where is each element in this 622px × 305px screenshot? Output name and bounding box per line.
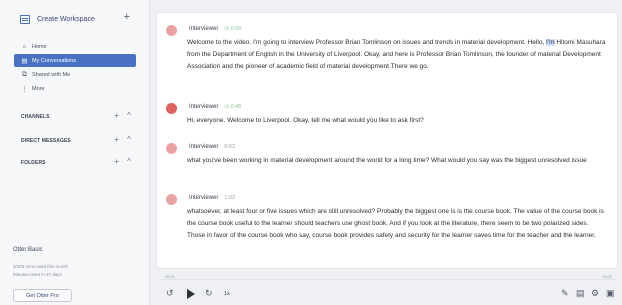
speaker-header: Interviewer ◷ 0:00 (189, 26, 241, 32)
section-label: FOLDERS (21, 160, 46, 166)
add-direct-message-button[interactable]: + (114, 135, 119, 144)
transcript-entry[interactable]: Interviewer 0:52 what you've been workin… (166, 143, 611, 187)
transcript-entry[interactable]: Interviewer ◷ 0:46 Hi, everyone. Welcome… (166, 103, 611, 133)
sidebar-nav: ⌂ Home ▤ My Conversations ⧉ Shared with … (14, 40, 136, 96)
create-workspace-label[interactable]: Create Workspace (37, 16, 95, 23)
conversations-icon: ▤ (21, 57, 28, 65)
play-button[interactable] (187, 289, 195, 299)
transcript-panel: Interviewer ◷ 0:00 Welcome to the video.… (156, 12, 618, 269)
timestamp[interactable]: ◷ 0:46 (224, 104, 241, 110)
sidebar-item-more[interactable]: ⋮ More (14, 82, 136, 95)
sidebar-item-label: Shared with Me (32, 71, 71, 78)
section-label: CHANNELS (21, 114, 50, 120)
playback-speed[interactable]: 1x (224, 291, 230, 297)
plan-title: Otter Basic (13, 247, 43, 253)
collapse-direct-messages-toggle[interactable]: ^ (127, 135, 131, 144)
transcript-text[interactable]: Hi, everyone. Welcome to Liverpool. Okay… (187, 115, 607, 127)
workspace-icon (20, 14, 30, 24)
speaker-avatar (166, 25, 177, 36)
plan-reset: Minutes reset in 27 days (13, 272, 62, 277)
timestamp-value: 0:46 (230, 104, 242, 110)
highlighted-word[interactable]: I'm (546, 39, 555, 46)
add-workspace-button[interactable]: + (124, 11, 130, 23)
plan-usage: 0/300 mins used this month (13, 264, 69, 269)
rewind-icon[interactable]: ↺ (166, 288, 174, 299)
transcript-text[interactable]: whatsoever, at least four or five issues… (187, 206, 607, 242)
sidebar-item-label: More (32, 85, 45, 92)
speaker-name[interactable]: Interviewer (189, 26, 218, 32)
playback-scrubber[interactable] (160, 279, 614, 280)
comments-icon[interactable]: ▤ (576, 288, 585, 299)
speaker-header: Interviewer 1:02 (189, 195, 235, 201)
collapse-folders-toggle[interactable]: ^ (127, 157, 131, 166)
speaker-avatar (166, 103, 177, 114)
create-workspace-row[interactable]: Create Workspace + (20, 11, 130, 26)
view-toggle-icon[interactable]: ▣ (606, 288, 615, 299)
section-channels[interactable]: CHANNELS + ^ (21, 111, 131, 122)
speaker-avatar (166, 194, 177, 205)
highlight-pen-icon[interactable]: ✎ (561, 288, 569, 299)
app-window: Create Workspace + ⌂ Home ▤ My Conversat… (0, 0, 622, 305)
add-folder-button[interactable]: + (114, 157, 119, 166)
transcript-text[interactable]: Welcome to the video. I'm going to inter… (187, 37, 607, 73)
timestamp[interactable]: 0:52 (224, 144, 235, 150)
transcript-text[interactable]: what you've been working in material dev… (187, 155, 607, 167)
more-icon: ⋮ (21, 85, 28, 93)
section-direct-messages[interactable]: DIRECT MESSAGES + ^ (21, 135, 131, 146)
section-folders[interactable]: FOLDERS + ^ (21, 157, 131, 168)
home-icon: ⌂ (22, 43, 27, 50)
transcript-entry[interactable]: Interviewer 1:02 whatsoever, at least fo… (166, 194, 611, 264)
speaker-avatar (166, 143, 177, 154)
shared-icon: ⧉ (22, 70, 27, 78)
transcript-entry[interactable]: Interviewer ◷ 0:00 Welcome to the video.… (166, 25, 611, 105)
get-otter-pro-button[interactable]: Get Otter Pro (13, 289, 72, 302)
forward-icon[interactable]: ↻ (205, 288, 213, 299)
section-label: DIRECT MESSAGES (21, 138, 71, 144)
timestamp-value: 0:00 (230, 26, 242, 32)
audio-player: 00:31 10:02 ↺ ↻ 1x ✎ ▤ ⚙ ▣ (156, 270, 618, 305)
speaker-name[interactable]: Interviewer (189, 195, 218, 201)
speaker-header: Interviewer ◷ 0:46 (189, 104, 241, 110)
sidebar-item-label: My Conversations (32, 57, 77, 64)
transcript-text-part: Welcome to the video. I'm going to inter… (187, 39, 547, 46)
add-channel-button[interactable]: + (114, 111, 119, 120)
sidebar-item-label: Home (32, 43, 47, 50)
sidebar-item-home[interactable]: ⌂ Home (14, 40, 136, 53)
sidebar-item-shared-with-me[interactable]: ⧉ Shared with Me (14, 68, 136, 81)
speaker-name[interactable]: Interviewer (189, 144, 218, 150)
speaker-name[interactable]: Interviewer (189, 104, 218, 110)
timestamp[interactable]: ◷ 0:00 (224, 26, 241, 32)
play-icon (187, 289, 195, 299)
settings-icon[interactable]: ⚙ (591, 288, 599, 299)
speaker-header: Interviewer 0:52 (189, 144, 235, 150)
sidebar-item-my-conversations[interactable]: ▤ My Conversations (14, 54, 136, 67)
sidebar: Create Workspace + ⌂ Home ▤ My Conversat… (0, 0, 150, 305)
timestamp[interactable]: 1:02 (224, 195, 235, 201)
collapse-channels-toggle[interactable]: ^ (127, 111, 131, 120)
